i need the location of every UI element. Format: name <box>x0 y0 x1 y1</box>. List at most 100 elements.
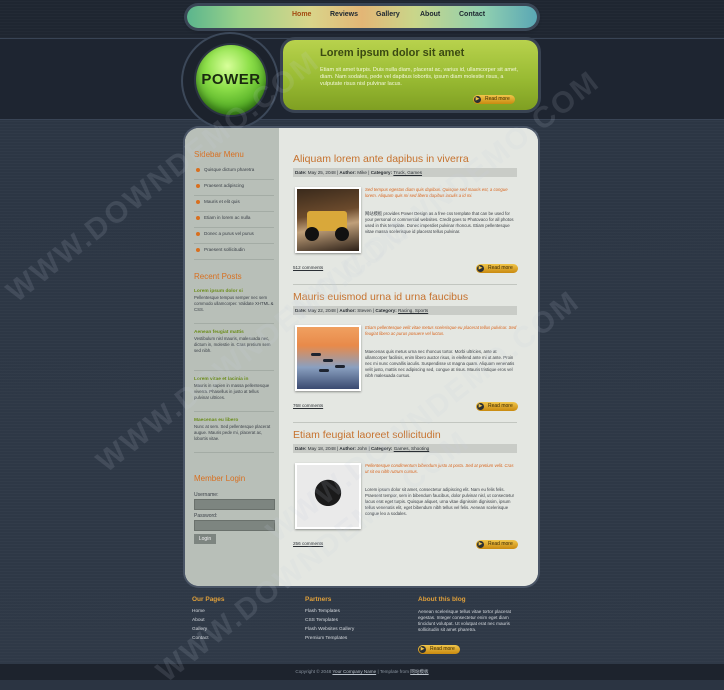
article-title[interactable]: Aliquam lorem ante dapibus in viverra <box>293 153 469 165</box>
read-more-label: Read more <box>488 265 513 271</box>
footer-about-text: Aenean scelerisque tellus vitae tortor p… <box>418 609 511 632</box>
arrow-right-icon: ▶ <box>477 265 484 272</box>
login-button[interactable]: Login <box>194 534 216 544</box>
article-categories[interactable]: Racing, Sports <box>398 308 428 313</box>
footer-partner-link[interactable]: CSS Templates <box>305 618 354 627</box>
footer-pages: Our Pages Home About Gallery Contact <box>192 596 225 645</box>
arrow-right-icon: ▶ <box>477 403 484 410</box>
sidebar-menu-title: Sidebar Menu <box>194 150 244 159</box>
nav-item-home[interactable]: Home <box>292 11 311 18</box>
article-title[interactable]: Etiam feugiat laoreet sollicitudin <box>293 429 441 441</box>
recent-post-title[interactable]: Lorem ipsum dolor si <box>194 289 274 294</box>
footer-about: About this blog Aenean scelerisque tellu… <box>418 596 514 633</box>
main-container: Sidebar Menu Quisque dictum pharetra Pra… <box>185 128 538 586</box>
content-area: Aliquam lorem ante dapibus in viverra Da… <box>279 128 538 586</box>
sidebar-menu-item[interactable]: Quisque dictum pharetra <box>194 164 274 180</box>
footer-partner-link[interactable]: Flash Templates <box>305 609 354 618</box>
article-comments-link[interactable]: 256 comments <box>293 541 323 546</box>
template-by-text: | Template from <box>377 669 409 674</box>
recent-post-text: Nunc at sem. Sed pellentesque placerat a… <box>194 424 271 441</box>
footer-read-more-label: Read more <box>430 646 455 652</box>
nav-item-gallery[interactable]: Gallery <box>376 11 400 18</box>
article-thumbnail-rider[interactable] <box>295 463 361 529</box>
article-author: John <box>357 446 368 451</box>
nav-item-contact[interactable]: Contact <box>459 11 485 18</box>
plane-shape <box>311 353 321 356</box>
meta-category-label: Category: <box>370 170 393 175</box>
article-read-more-button[interactable]: ▶ Read more <box>476 264 518 273</box>
sidebar-menu-item[interactable]: Mauris et elit quis <box>194 196 274 212</box>
featured-banner: Lorem ipsum dolor sit amet Etiam sit ame… <box>283 40 538 110</box>
meta-author-label: Author: <box>339 170 356 175</box>
article-title[interactable]: Mauris euismod urna id urna faucibus <box>293 291 468 303</box>
recent-post-title[interactable]: Maecenas eu libero <box>194 418 274 423</box>
recent-post-text: Vestibulum nisl mauris, malesuada nec, d… <box>194 336 271 353</box>
site-logo[interactable]: POWER <box>196 45 266 115</box>
copyright-text: Copyright © 2048 <box>295 669 332 674</box>
article: Etiam feugiat laoreet sollicitudin Date:… <box>293 429 518 569</box>
footer-link-gallery[interactable]: Gallery <box>192 627 225 636</box>
recent-post-text: Mauris in sapien in massa pellentesque v… <box>194 383 270 400</box>
truck-wheel <box>335 227 349 241</box>
company-link[interactable]: Your Company Name <box>332 669 376 674</box>
recent-post-title[interactable]: Aenean feugiat mattis <box>194 330 274 335</box>
template-link[interactable]: 网站模板 <box>410 669 428 674</box>
article-meta: Date: May 25, 2048 | Author: Mike | Cate… <box>293 168 517 177</box>
article-body: Maecenas quis metus urna nec rhoncus tor… <box>365 349 515 378</box>
banner-read-more-button[interactable]: ▶ Read more <box>473 95 515 104</box>
sidebar-menu-item[interactable]: Praesent adipiscing <box>194 180 274 196</box>
article-categories[interactable]: Truck, Games <box>393 170 422 175</box>
read-more-label: Read more <box>488 541 513 547</box>
sidebar: Sidebar Menu Quisque dictum pharetra Pra… <box>185 128 279 586</box>
password-input[interactable] <box>194 520 275 531</box>
meta-category-label: Category: <box>375 308 397 313</box>
article-date: May 22, 2048 <box>307 308 336 313</box>
footer-about-title: About this blog <box>418 596 466 603</box>
footer-partner-link[interactable]: Flash Websites Gallery <box>305 627 354 636</box>
sidebar-menu-item[interactable]: Praesent sollicitudin <box>194 244 274 260</box>
article-comments-link[interactable]: 768 comments <box>293 403 323 408</box>
sidebar-menu-item[interactable]: Donec a purus vel purus <box>194 228 274 244</box>
meta-category-label: Category: <box>370 446 393 451</box>
footer-pages-title: Our Pages <box>192 596 225 603</box>
footer-link-contact[interactable]: Contact <box>192 636 225 645</box>
copyright-bar: Copyright © 2048 Your Company Name | Tem… <box>0 664 724 680</box>
article-lead: Etiam pellentesque velit vitae metus sce… <box>365 325 517 336</box>
article-author: Steven <box>357 308 372 313</box>
article-thumbnail-truck[interactable] <box>295 187 361 253</box>
password-label: Password: <box>194 513 218 519</box>
meta-author-label: Author: <box>339 308 356 313</box>
article-read-more-button[interactable]: ▶ Read more <box>476 540 518 549</box>
meta-author-label: Author: <box>339 446 356 451</box>
footer-link-home[interactable]: Home <box>192 609 225 618</box>
plane-shape <box>335 365 345 368</box>
arrow-right-icon: ▶ <box>419 646 426 653</box>
footer-partner-link[interactable]: Premium Templates <box>305 636 354 645</box>
nav-item-reviews[interactable]: Reviews <box>330 11 358 18</box>
article-comments-link[interactable]: 512 comments <box>293 265 323 270</box>
recent-post: Aenean feugiat mattis Vestibulum nisl ma… <box>194 330 274 371</box>
footer-link-about[interactable]: About <box>192 618 225 627</box>
banner-text: Etiam sit amet turpis. Duis nulla diam, … <box>320 67 519 87</box>
article-date: May 25, 2048 <box>307 170 336 175</box>
article: Mauris euismod urna id urna faucibus Dat… <box>293 291 518 431</box>
article-divider <box>293 284 517 285</box>
nav-item-about[interactable]: About <box>420 11 440 18</box>
article-categories[interactable]: Games, Shooting <box>394 446 430 451</box>
recent-post-title[interactable]: Lorem vitae et lacinia in <box>194 377 274 382</box>
article-read-more-button[interactable]: ▶ Read more <box>476 402 518 411</box>
username-input[interactable] <box>194 499 275 510</box>
footer-read-more-button[interactable]: ▶ Read more <box>418 645 460 654</box>
article-body: 网站模板 provides Power Design as a free css… <box>365 211 514 234</box>
sidebar-menu-item[interactable]: Etiam in lorem ac nulla <box>194 212 274 228</box>
arrow-right-icon: ▶ <box>474 96 481 103</box>
article-author: Mike <box>357 170 367 175</box>
recent-post-text: Pellentesque tempus semper nec sem commo… <box>194 295 274 312</box>
article-thumbnail-planes[interactable] <box>295 325 361 391</box>
banner-title: Lorem ipsum dolor sit amet <box>320 47 465 59</box>
meta-date-label: Date: <box>295 170 307 175</box>
article-body: Lorem ipsum dolor sit amet, consectetur … <box>365 487 515 516</box>
member-login-title: Member Login <box>194 474 246 483</box>
plane-shape <box>319 369 329 372</box>
article-divider <box>293 422 517 423</box>
